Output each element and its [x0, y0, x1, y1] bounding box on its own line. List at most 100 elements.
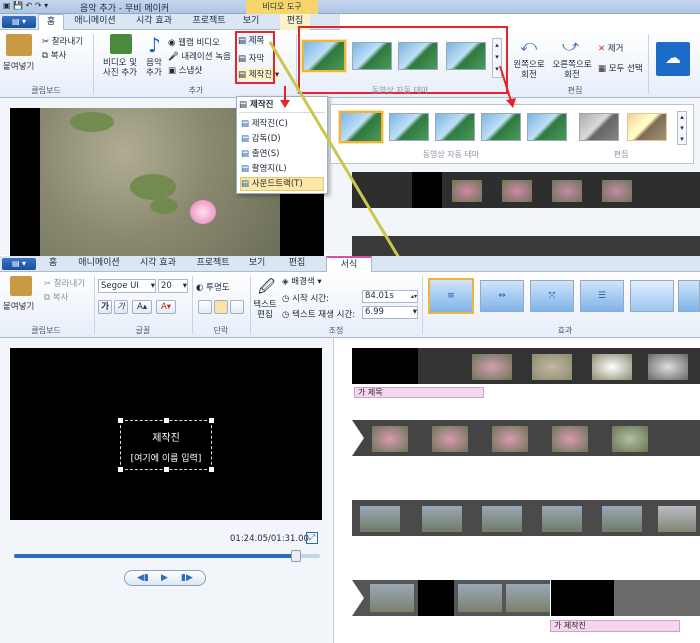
clip-frame — [532, 354, 572, 380]
tab-visual-effects[interactable]: 시각 효과 — [132, 256, 184, 272]
duration-label: ◷ 텍스트 재생 시간: — [282, 310, 356, 320]
clip-frame — [648, 354, 688, 380]
clip-frame — [472, 354, 512, 380]
storyboard-row[interactable] — [352, 348, 700, 384]
text-box[interactable]: 제작진 [여기에 이름 입력] — [118, 418, 214, 472]
resize-handle[interactable] — [209, 467, 214, 472]
tab-edit[interactable]: 편집 — [282, 256, 312, 272]
italic-button[interactable]: 가 — [114, 300, 128, 314]
tab-view[interactable]: 보기 — [242, 256, 272, 272]
red-arrow-line — [499, 65, 513, 105]
clip-frame — [458, 584, 502, 612]
clip-frame — [370, 584, 414, 612]
clip-frame — [658, 506, 696, 532]
app-menu-button[interactable]: ▤ ▾ — [2, 258, 36, 270]
clip-frame — [482, 506, 522, 532]
tab-format[interactable]: 서식 — [326, 256, 372, 272]
background-color-button[interactable]: ◈ 배경색 ▾ — [282, 275, 322, 287]
resize-handle[interactable] — [209, 418, 214, 423]
cut-button[interactable]: ✂ 잘라내기 — [44, 277, 85, 289]
seek-progress — [14, 554, 296, 558]
credit-title-text: 제작진 — [152, 433, 180, 444]
chevron-down-icon: ▾ — [150, 281, 155, 291]
red-arrow-head — [506, 98, 516, 108]
title-caption-clip[interactable]: 가 제목 — [354, 387, 484, 398]
chevron-down-icon: ▾ — [182, 281, 187, 291]
font-color-icon[interactable]: A▾ — [156, 300, 176, 314]
clip-frame — [352, 348, 418, 384]
start-time-label: ◷ 시작 시간: — [282, 294, 329, 304]
transparency-icon: ◐ — [196, 283, 207, 293]
effect-thumb[interactable]: ≡ — [428, 278, 474, 314]
font-group-label: 글꼴 — [135, 326, 151, 335]
resize-handle[interactable] — [164, 467, 169, 472]
bottom-tab-strip: ▤ ▾ 홈 애니메이션 시각 효과 프로젝트 보기 편집 서식 — [0, 256, 700, 272]
adjust-group-label: 조정 — [328, 326, 344, 335]
seek-thumb[interactable] — [290, 550, 301, 562]
clip-frame — [360, 506, 400, 532]
divider — [94, 276, 95, 334]
tab-project[interactable]: 프로젝트 — [188, 256, 238, 272]
effect-thumb[interactable]: ☰ — [580, 280, 624, 312]
seek-bar[interactable] — [14, 550, 320, 562]
credits-clip — [550, 580, 614, 616]
paste-button[interactable]: 붙여넣기 — [3, 300, 34, 312]
paint-bucket-icon: ◈ — [282, 277, 292, 287]
credits-caption-clip[interactable]: 가 제작진 — [550, 620, 680, 632]
paste-icon[interactable] — [10, 276, 32, 296]
divider — [192, 276, 193, 334]
effect-thumb[interactable]: ⤧ — [530, 280, 574, 312]
bold-button[interactable]: 가 — [98, 300, 112, 314]
font-size-select[interactable]: 20 ▾ — [158, 279, 188, 293]
playback-controls: ◀▮ ▶ ▮▶ — [124, 570, 206, 586]
copy-button[interactable]: ⧉ 복사 — [44, 291, 68, 303]
clip-frame — [592, 354, 632, 380]
divider — [422, 276, 423, 334]
red-arrow-head — [280, 100, 290, 108]
effect-thumb[interactable]: ⇔ — [480, 280, 524, 312]
text-edit-button[interactable]: 텍스트 편집 — [252, 300, 278, 320]
tab-home[interactable]: 홈 — [40, 256, 66, 272]
align-center-icon[interactable] — [214, 300, 228, 314]
clock-icon: ◷ — [282, 310, 293, 320]
play-icon[interactable]: ▶ — [161, 573, 168, 583]
resize-handle[interactable] — [118, 467, 123, 472]
chevron-down-icon: ▾ — [412, 307, 417, 317]
transition-marker — [352, 580, 364, 616]
clip-frame — [506, 584, 550, 612]
font-family-select[interactable]: Segoe UI ▾ — [98, 279, 156, 293]
resize-handle[interactable] — [118, 418, 123, 423]
time-display: 01:24.05/01:31.00 — [230, 534, 309, 544]
storyboard-row[interactable] — [352, 420, 700, 456]
clipboard-group-label: 클립보드 — [31, 326, 61, 335]
spinner-icon: ▴▾ — [410, 293, 417, 300]
transparency-button[interactable]: ◐ 투명도 — [196, 281, 230, 293]
previous-frame-icon[interactable]: ◀▮ — [137, 573, 149, 583]
duration-input[interactable]: 6.99 ▾ — [362, 306, 418, 319]
clip-frame — [492, 426, 528, 452]
increase-font-icon[interactable]: A▴ — [132, 300, 152, 314]
transition-marker — [352, 420, 364, 456]
fullscreen-icon[interactable]: ⤢ — [306, 532, 318, 544]
paragraph-group-label: 단락 — [213, 326, 229, 335]
storyboard-row[interactable] — [352, 500, 700, 536]
bottom-ribbon: 붙여넣기 ✂ 잘라내기 ⧉ 복사 클립보드 Segoe UI ▾ 20 ▾ 가 가 … — [0, 272, 700, 338]
align-left-icon[interactable] — [198, 300, 212, 314]
start-time-input[interactable]: 84.01s ▴▾ — [362, 290, 418, 303]
bottom-video-preview: 제작진 [여기에 이름 입력] — [10, 348, 322, 520]
text-edit-icon: 🖉 — [258, 277, 276, 296]
align-right-icon[interactable] — [230, 300, 244, 314]
clock-icon: ◷ — [282, 294, 293, 304]
clip-frame — [602, 506, 642, 532]
tab-animation[interactable]: 애니메이션 — [70, 256, 128, 272]
resize-handle[interactable] — [164, 418, 169, 423]
effects-group-label: 효과 — [557, 326, 573, 335]
clip-frame — [612, 426, 648, 452]
clip-frame — [614, 580, 700, 616]
chevron-down-icon: ▾ — [314, 277, 322, 287]
effect-thumb[interactable] — [678, 280, 700, 312]
effect-thumb[interactable] — [630, 280, 674, 312]
storyboard-row[interactable] — [352, 580, 700, 616]
next-frame-icon[interactable]: ▮▶ — [181, 573, 193, 583]
divider — [250, 276, 251, 334]
